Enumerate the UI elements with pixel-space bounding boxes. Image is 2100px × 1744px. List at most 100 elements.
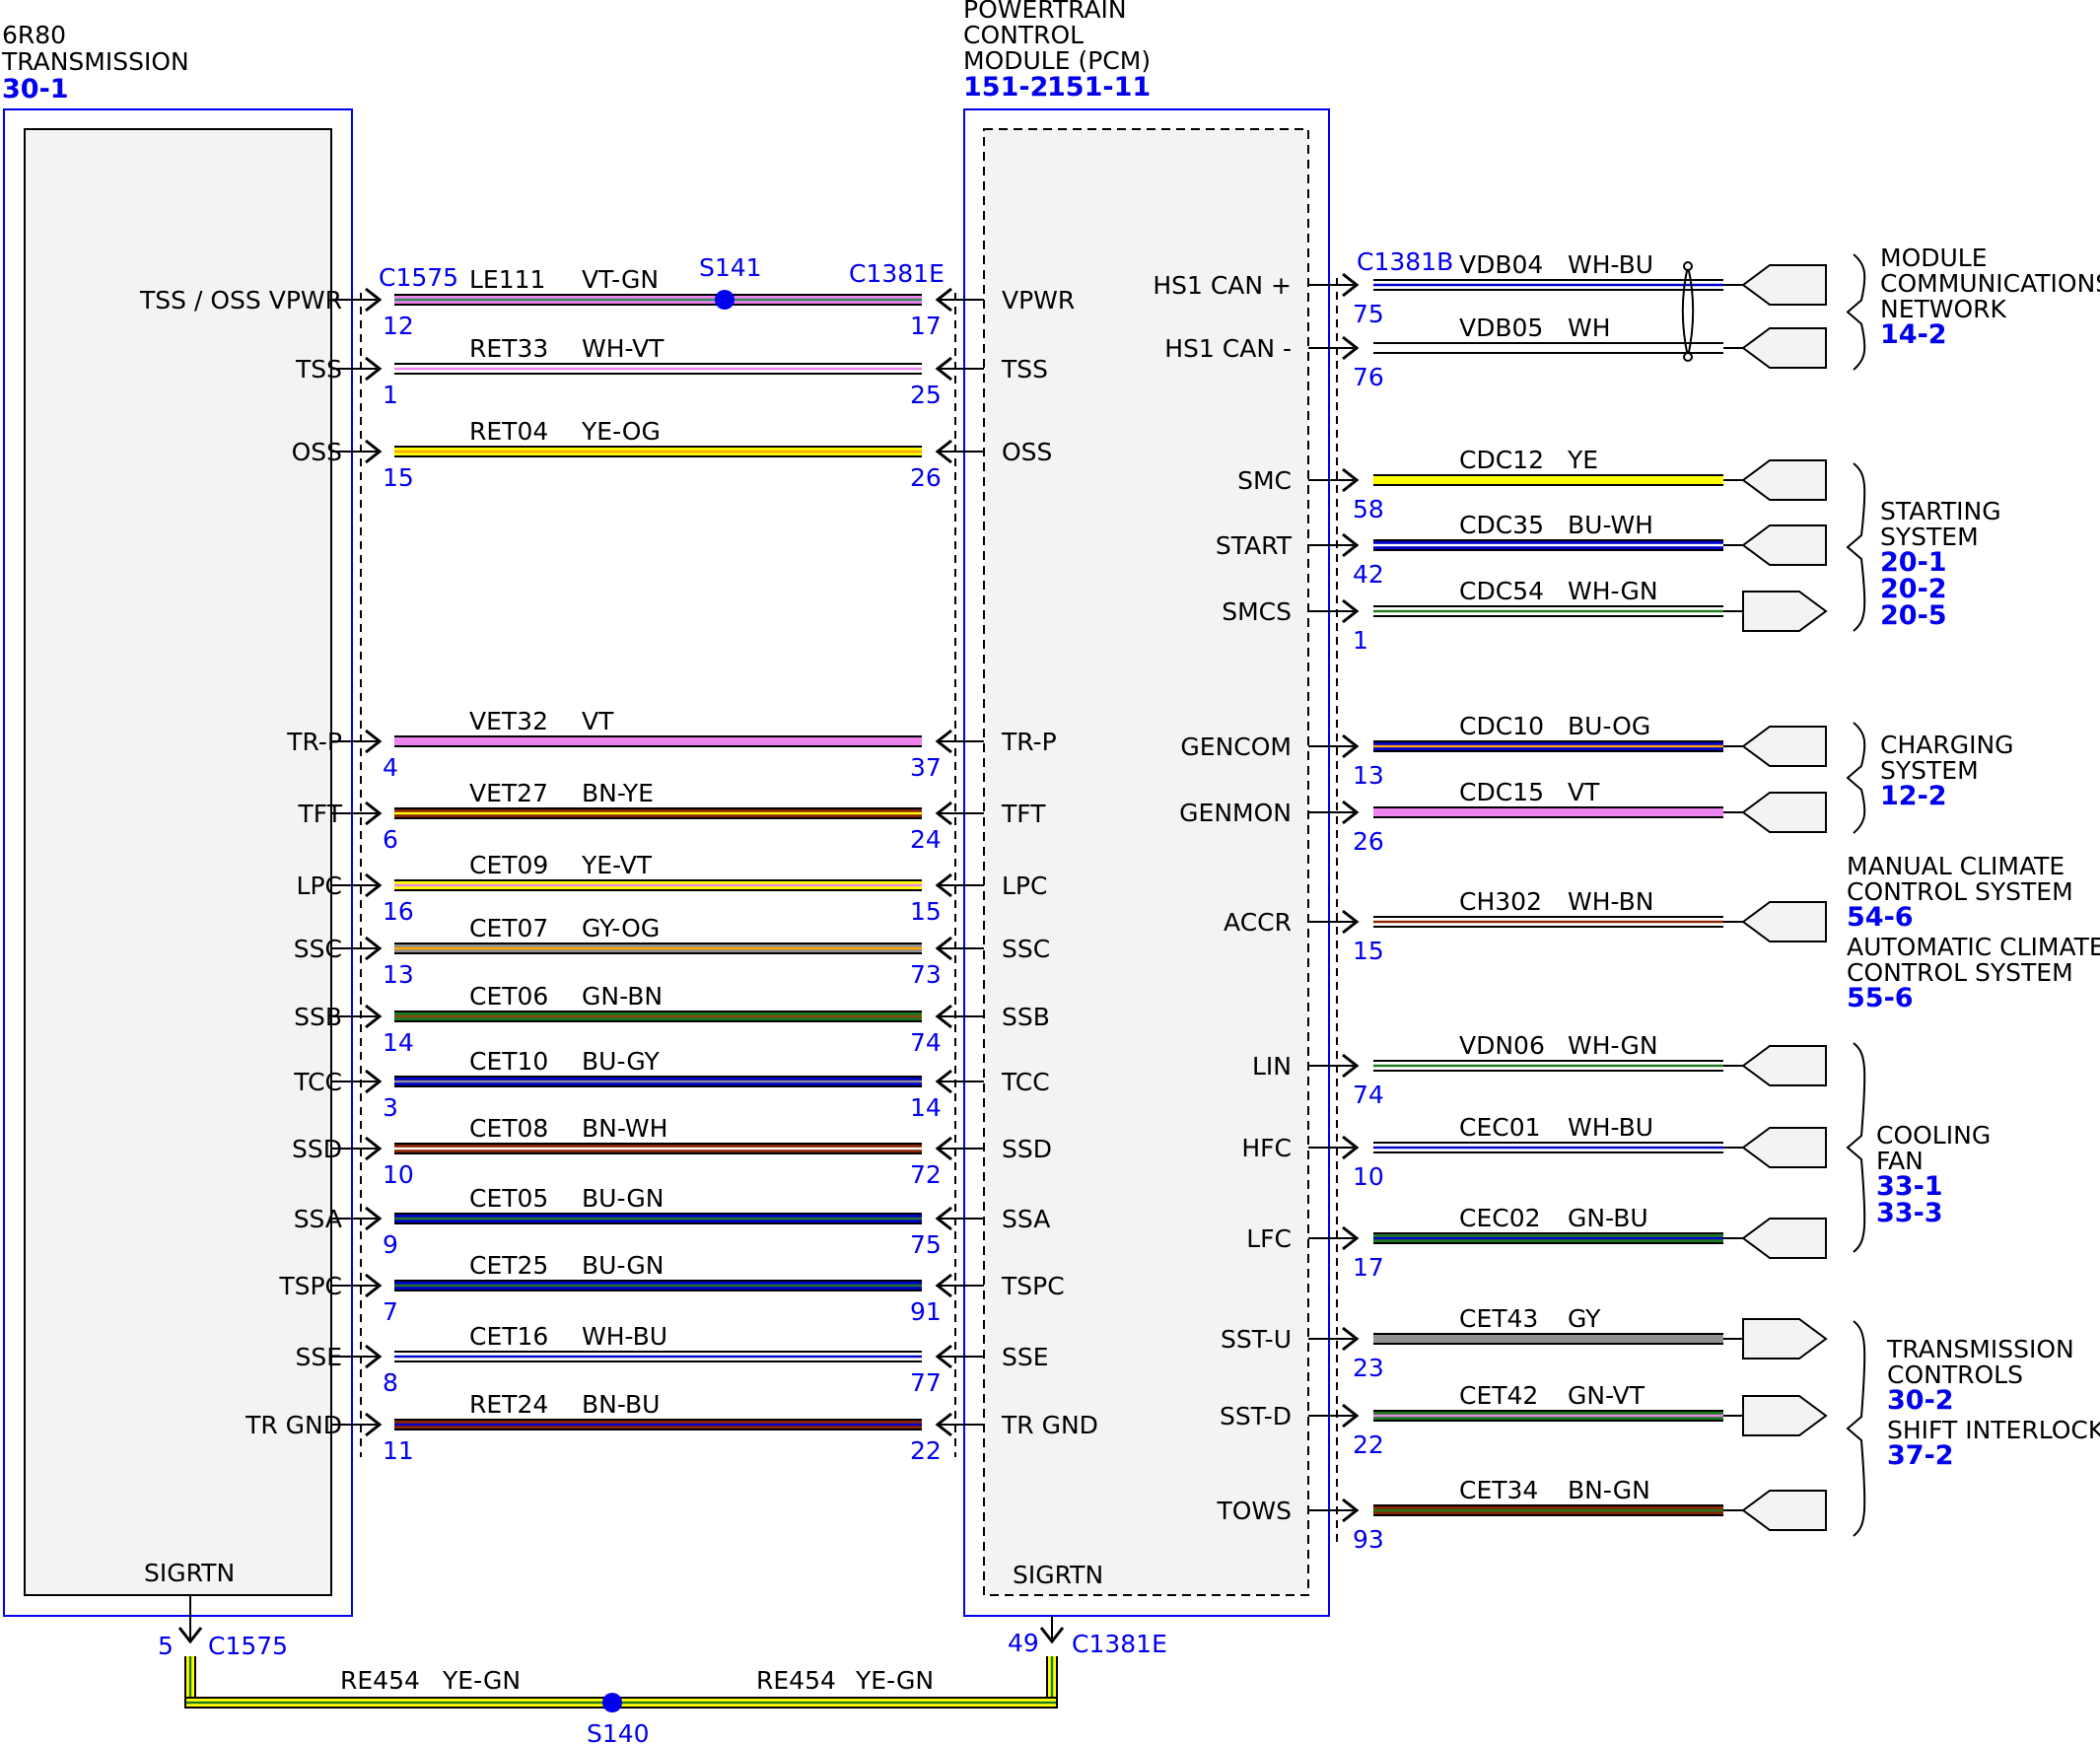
c1381b-pin-number: 23 [1353, 1354, 1384, 1382]
c1381b-pin-number: 58 [1353, 495, 1384, 523]
system-group-label: CHARGING [1880, 731, 2014, 759]
wire-cet07-tracer [394, 946, 922, 950]
system-group-ref: 37-2 [1887, 1440, 1954, 1471]
wire-color-label: VT-GN [582, 265, 659, 294]
wire-cdc10 [1373, 740, 1723, 752]
group-brace-icon [1846, 722, 1866, 834]
c1575-pin-number: 10 [383, 1160, 414, 1189]
wire-circuit-label: VET32 [469, 707, 548, 735]
wire-cet16-tracer [394, 1355, 922, 1359]
wire-cet16 [394, 1351, 922, 1362]
c1381e-pin-number: 15 [910, 897, 942, 926]
wire-cec02-tracer [1373, 1236, 1723, 1240]
connector-c1575: C1575 [379, 263, 458, 292]
wire-color-label: YE-OG [581, 417, 661, 446]
wire-cet34-tracer [1373, 1508, 1723, 1512]
wire-vdb05 [1373, 342, 1723, 354]
c1381e-pin-number: 37 [910, 753, 942, 782]
wire-circuit-label: VET27 [469, 779, 548, 807]
pcm-output-pin-label: TOWS [1216, 1497, 1292, 1525]
c1575-pin-number: 1 [383, 381, 398, 409]
wire-circuit-label: CDC10 [1459, 712, 1544, 740]
c1381b-pin-number: 74 [1353, 1081, 1384, 1109]
pcm-pin-label: SSE [1002, 1343, 1049, 1371]
wire-ret33-tracer [394, 367, 922, 371]
incoming-connector-icon [1741, 327, 1827, 369]
outgoing-connector-icon [1742, 1395, 1828, 1436]
c1381e-pin-number: 74 [910, 1028, 942, 1057]
connector-c1575-bottom: C1575 [208, 1632, 288, 1660]
sigrtn-circuit-right: RE454 [756, 1666, 836, 1695]
pcm-output-pin-label: SST-D [1220, 1402, 1292, 1430]
wire-circuit-label: VDB05 [1459, 314, 1543, 342]
wire-circuit-label: CET06 [469, 982, 548, 1011]
system-group-label: MODULE [1880, 244, 1988, 272]
pcm-pin-label: VPWR [1002, 286, 1075, 314]
wire-cet43 [1373, 1333, 1723, 1345]
c1381e-pin-number: 22 [910, 1436, 942, 1465]
wire-cet06 [394, 1011, 922, 1022]
c1381b-pin-number: 75 [1353, 300, 1384, 328]
wire-circuit-label: RET24 [469, 1390, 548, 1419]
transmission-title-2: TRANSMISSION [1, 47, 189, 76]
wire-cet10-tracer [394, 1080, 922, 1083]
wire-cet42-tracer [1373, 1414, 1723, 1418]
pcm-output-pin-label: HFC [1241, 1134, 1292, 1162]
system-group-label: STARTING [1880, 497, 2001, 525]
wire-color-label: WH-GN [1568, 577, 1658, 605]
wire-circuit-label: VDB04 [1459, 250, 1543, 279]
wire-color-label: BN-YE [582, 779, 654, 807]
connector-c1381b: C1381B [1357, 247, 1453, 276]
wire-color-label: GN-BN [582, 982, 663, 1011]
pcm-pin-label: SSA [1002, 1205, 1050, 1233]
connector-c1381e-bottom: C1381E [1072, 1630, 1167, 1658]
system-group-ref: 33-3 [1876, 1198, 1943, 1228]
group-brace-icon [1846, 1042, 1866, 1253]
wire-vdn06-tracer [1373, 1064, 1723, 1068]
system-group-ref: 54-6 [1847, 902, 1914, 933]
wire-vet27-tracer [394, 811, 922, 815]
wire-cet09 [394, 879, 922, 891]
transmission-block [24, 128, 332, 1596]
group-brace-icon [1846, 253, 1866, 371]
wire-color-label: WH-GN [1568, 1031, 1658, 1060]
pcm-output-pin-label: LFC [1246, 1224, 1292, 1253]
c1575-pin-number: 12 [383, 312, 414, 340]
wire-circuit-label: CET07 [469, 914, 548, 942]
wire-color-label: GY [1568, 1304, 1601, 1333]
c1381b-pin-number: 17 [1353, 1253, 1384, 1282]
pcm-output-pin-label: START [1216, 531, 1293, 560]
sigrtn-circuit-left: RE454 [340, 1666, 420, 1695]
pcm-ref-2: 151-11 [1047, 72, 1151, 103]
wire-cet10 [394, 1076, 922, 1087]
wire-cet09-tracer [394, 883, 922, 887]
c1381b-pin-number: 1 [1353, 626, 1368, 655]
sigrtn-color-left: YE-GN [442, 1666, 521, 1695]
wire-vet27 [394, 807, 922, 819]
wire-circuit-label: CEC02 [1459, 1204, 1541, 1232]
system-group-label: COOLING [1876, 1121, 1991, 1150]
wire-vdb05-tracer [1373, 346, 1723, 350]
wire-circuit-label: CET09 [469, 851, 548, 879]
wire-vdn06 [1373, 1060, 1723, 1072]
pcm-output-pin-label: HS1 CAN - [1164, 334, 1292, 363]
wire-cdc35 [1373, 539, 1723, 551]
wire-circuit-label: CET08 [469, 1114, 548, 1143]
pcm-output-pin-label: SMCS [1222, 597, 1292, 626]
wire-circuit-label: VDN06 [1459, 1031, 1545, 1060]
incoming-connector-icon [1741, 1045, 1827, 1086]
sigrtn-riser-tracer [1050, 1656, 1054, 1703]
wire-circuit-label: CET43 [1459, 1304, 1538, 1333]
pcm-pin-label: LPC [1002, 872, 1047, 900]
wire-cdc10-tracer [1373, 744, 1723, 748]
wire-circuit-label: CDC35 [1459, 511, 1544, 539]
wire-ret24-tracer [394, 1423, 922, 1427]
c1575-pin-number: 14 [383, 1028, 414, 1057]
wire-color-label: GY-OG [582, 914, 660, 942]
wire-cet25-tracer [394, 1284, 922, 1288]
system-group-ref: 55-6 [1847, 983, 1914, 1013]
pcm-pin-label: SSC [1002, 935, 1050, 963]
c1575-pin-number: 4 [383, 753, 398, 782]
pcm-sigrtn-label: SIGRTN [1013, 1561, 1103, 1589]
wire-color-label: YE [1567, 446, 1598, 474]
